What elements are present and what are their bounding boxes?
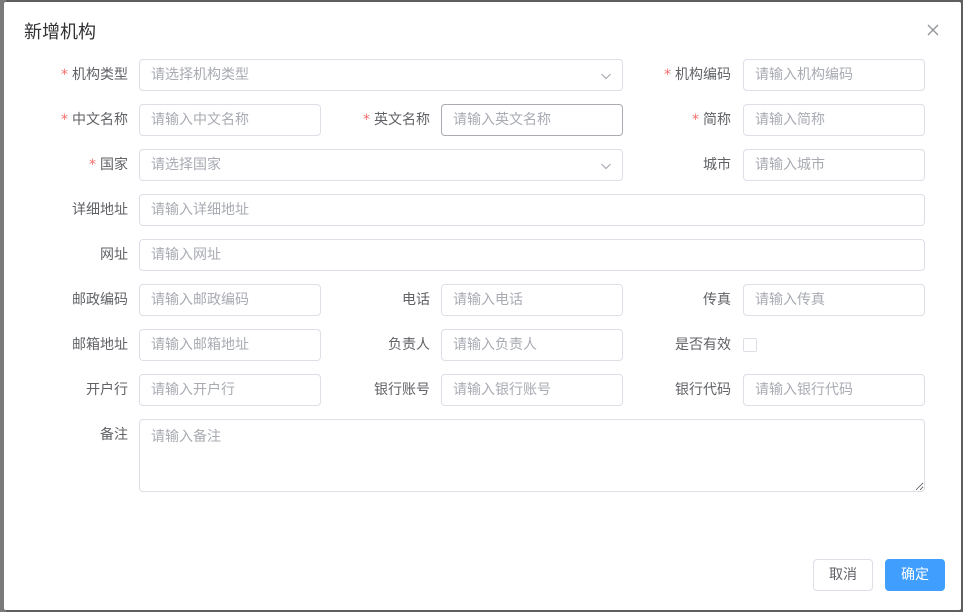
fax-label: 传真 xyxy=(703,292,731,308)
chevron-down-icon xyxy=(601,73,611,80)
city-label: 城市 xyxy=(703,157,731,173)
owner-input[interactable] xyxy=(441,329,623,361)
bank-code-input[interactable] xyxy=(743,374,925,406)
remark-label: 备注 xyxy=(100,427,128,443)
org-code-label: * 机构编码 xyxy=(664,67,731,83)
country-select[interactable]: 请选择国家 xyxy=(139,149,623,181)
cn-name-label: * 中文名称 xyxy=(61,112,128,128)
phone-label: 电话 xyxy=(402,292,430,308)
is-valid-label: 是否有效 xyxy=(675,337,731,353)
dialog-title: 新增机构 xyxy=(24,22,96,43)
address-input[interactable] xyxy=(139,194,925,226)
city-input[interactable] xyxy=(743,149,925,181)
bank-input[interactable] xyxy=(139,374,321,406)
bank-account-input[interactable] xyxy=(441,374,623,406)
address-label: 详细地址 xyxy=(72,202,128,218)
fax-input[interactable] xyxy=(743,284,925,316)
phone-input[interactable] xyxy=(441,284,623,316)
org-type-label: * 机构类型 xyxy=(61,67,128,83)
cn-name-input[interactable] xyxy=(139,104,321,136)
confirm-button[interactable]: 确定 xyxy=(885,559,945,591)
org-type-placeholder: 请选择机构类型 xyxy=(151,67,249,83)
chevron-down-icon xyxy=(601,163,611,170)
en-name-label: * 英文名称 xyxy=(363,112,430,128)
short-name-input[interactable] xyxy=(743,104,925,136)
cancel-button[interactable]: 取消 xyxy=(813,559,873,591)
bank-label: 开户行 xyxy=(86,382,128,398)
bank-account-label: 银行账号 xyxy=(374,382,430,398)
postcode-input[interactable] xyxy=(139,284,321,316)
country-placeholder: 请选择国家 xyxy=(151,157,221,173)
add-organization-dialog: 新增机构 *机构类型 请选择机构类型 *机构编码 *中文名称 *英文名称 *简称… xyxy=(4,2,961,610)
is-valid-checkbox[interactable] xyxy=(743,338,757,352)
short-name-label: * 简称 xyxy=(692,112,731,128)
email-input[interactable] xyxy=(139,329,321,361)
website-label: 网址 xyxy=(100,247,128,263)
bank-code-label: 银行代码 xyxy=(675,382,731,398)
country-label: * 国家 xyxy=(89,157,128,173)
org-code-input[interactable] xyxy=(743,59,925,91)
org-type-select[interactable]: 请选择机构类型 xyxy=(139,59,623,91)
website-input[interactable] xyxy=(139,239,925,271)
remark-textarea[interactable] xyxy=(139,419,925,492)
close-icon[interactable] xyxy=(925,22,941,38)
en-name-input[interactable] xyxy=(441,104,623,136)
postcode-label: 邮政编码 xyxy=(72,292,128,308)
owner-label: 负责人 xyxy=(388,337,430,353)
email-label: 邮箱地址 xyxy=(72,337,128,353)
